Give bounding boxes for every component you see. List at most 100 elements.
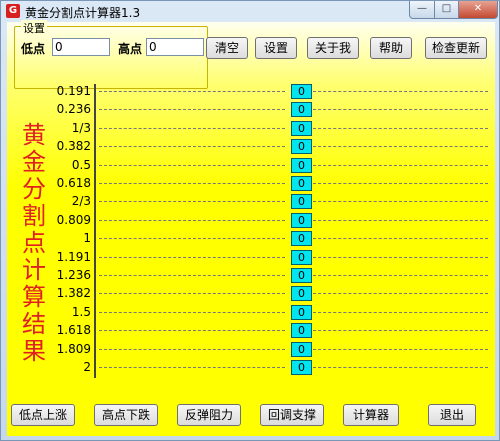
ratio-row: 10 [7,230,495,248]
ratio-label: 1 [83,231,91,246]
calculator-button[interactable]: 计算器 [343,404,399,426]
dashed-guide-left [99,183,285,184]
about-button[interactable]: 关于我 [307,37,359,59]
dashed-guide-left [99,146,285,148]
dashed-guide-left [99,256,285,258]
ratio-value-box: 0 [291,231,312,247]
ratio-value-box: 0 [291,341,312,357]
dashed-guide-left [99,164,285,166]
ratio-row: 0.236 0 [7,101,495,119]
ratio-row: 1.191 0 [7,249,495,267]
dashed-guide-right [313,311,488,313]
close-button[interactable]: ✕ [458,1,498,19]
ratio-label: 1.618 [56,323,91,338]
title-bar: G 黄金分割点计算器1.3 — □ ✕ [1,1,499,21]
ratio-label: 0.382 [56,139,91,154]
ratio-row: 1.382 0 [7,285,495,303]
ratio-row: 1/3 0 [7,120,495,138]
ratio-value-box: 0 [291,84,312,99]
ratio-row: 20 [7,359,495,377]
dashed-guide-right [313,91,488,92]
settings-legend: 设置 [21,20,47,36]
dashed-guide-left [99,91,285,92]
low-rise-button[interactable]: 低点上涨 [11,404,75,426]
dashed-guide-left [99,348,285,350]
app-icon: G [6,4,20,18]
high-point-input[interactable] [146,38,204,56]
dashed-guide-right [313,238,488,240]
ratio-label: 1.5 [71,304,91,319]
ratio-value-box: 0 [291,268,312,283]
dashed-guide-left [99,109,285,111]
ratio-value-box: 0 [291,304,312,320]
ratio-value-box: 0 [291,176,312,191]
set-button[interactable]: 设置 [255,37,297,59]
low-point-input[interactable] [52,38,110,56]
dashed-guide-right [313,256,488,258]
rebound-resistance-button[interactable]: 反弹阻力 [177,404,241,426]
ratio-value-box: 0 [291,157,312,173]
dashed-guide-right [313,109,488,111]
dashed-guide-left [99,127,285,129]
ratio-value-box: 0 [291,102,312,118]
check-update-button[interactable]: 检查更新 [425,37,487,59]
ratio-label: 0.618 [56,176,91,190]
dashed-guide-right [313,275,488,276]
dashed-guide-right [313,127,488,129]
high-fall-button[interactable]: 高点下跌 [94,404,158,426]
ratio-label: 1.236 [56,268,91,282]
dashed-guide-left [99,367,285,368]
ratio-row: 1.5 0 [7,304,495,322]
dashed-guide-right [313,164,488,166]
ratio-row: 1.809 0 [7,341,495,359]
ratio-row: 1.618 0 [7,322,495,340]
ratio-value-box: 0 [291,194,312,210]
ratio-value-box: 0 [291,249,312,265]
ratio-row: 0.618 0 [7,175,495,193]
ratio-label: 1.191 [56,249,91,264]
ratio-label: 1/3 [71,120,91,135]
dashed-guide-right [313,146,488,148]
dashed-guide-right [313,183,488,184]
clear-button[interactable]: 清空 [206,37,248,59]
dashed-guide-left [99,275,285,276]
dashed-guide-left [99,201,285,203]
ratio-row: 1.236 0 [7,267,495,285]
ratio-label: 0.236 [56,102,91,117]
ratio-label: 1.809 [56,341,91,356]
exit-button[interactable]: 退出 [428,404,476,426]
dashed-guide-right [313,367,488,368]
dashed-guide-right [313,293,488,295]
ratio-value-box: 0 [291,360,312,375]
ratio-label: 0.809 [56,212,91,227]
window-title: 黄金分割点计算器1.3 [25,6,141,20]
low-point-label: 低点 [21,42,46,56]
ratio-label: 0.191 [56,84,91,98]
ratio-label: 2/3 [71,194,91,209]
ratio-row: 0.191 0 [7,83,495,101]
minimize-button[interactable]: — [409,1,435,19]
ratio-row: 2/3 0 [7,193,495,211]
dashed-guide-left [99,219,285,221]
dashed-guide-left [99,311,285,313]
dashed-guide-left [99,238,285,240]
dashed-guide-right [313,330,488,332]
dashed-guide-left [99,293,285,295]
dashed-guide-right [313,219,488,221]
dashed-guide-right [313,348,488,350]
app-window: G 黄金分割点计算器1.3 — □ ✕ 设置 低点 高点 清空 设置 关于我 帮… [0,0,500,441]
ratio-value-box: 0 [291,120,312,136]
ratio-value-box: 0 [291,139,312,155]
ratio-value-box: 0 [291,286,312,302]
dashed-guide-right [313,201,488,203]
high-point-label: 高点 [118,42,143,56]
ratio-label: 2 [83,360,91,374]
settings-group: 设置 低点 高点 [14,20,208,89]
ratio-row: 0.382 0 [7,138,495,156]
pullback-support-button[interactable]: 回调支撑 [260,404,324,426]
dashed-guide-left [99,330,285,332]
maximize-button[interactable]: □ [434,1,459,19]
ratio-label: 0.5 [71,157,91,172]
help-button[interactable]: 帮助 [370,37,412,59]
client-area: 设置 低点 高点 清空 设置 关于我 帮助 检查更新 黄金分割点计算结果 0.1… [7,20,495,436]
